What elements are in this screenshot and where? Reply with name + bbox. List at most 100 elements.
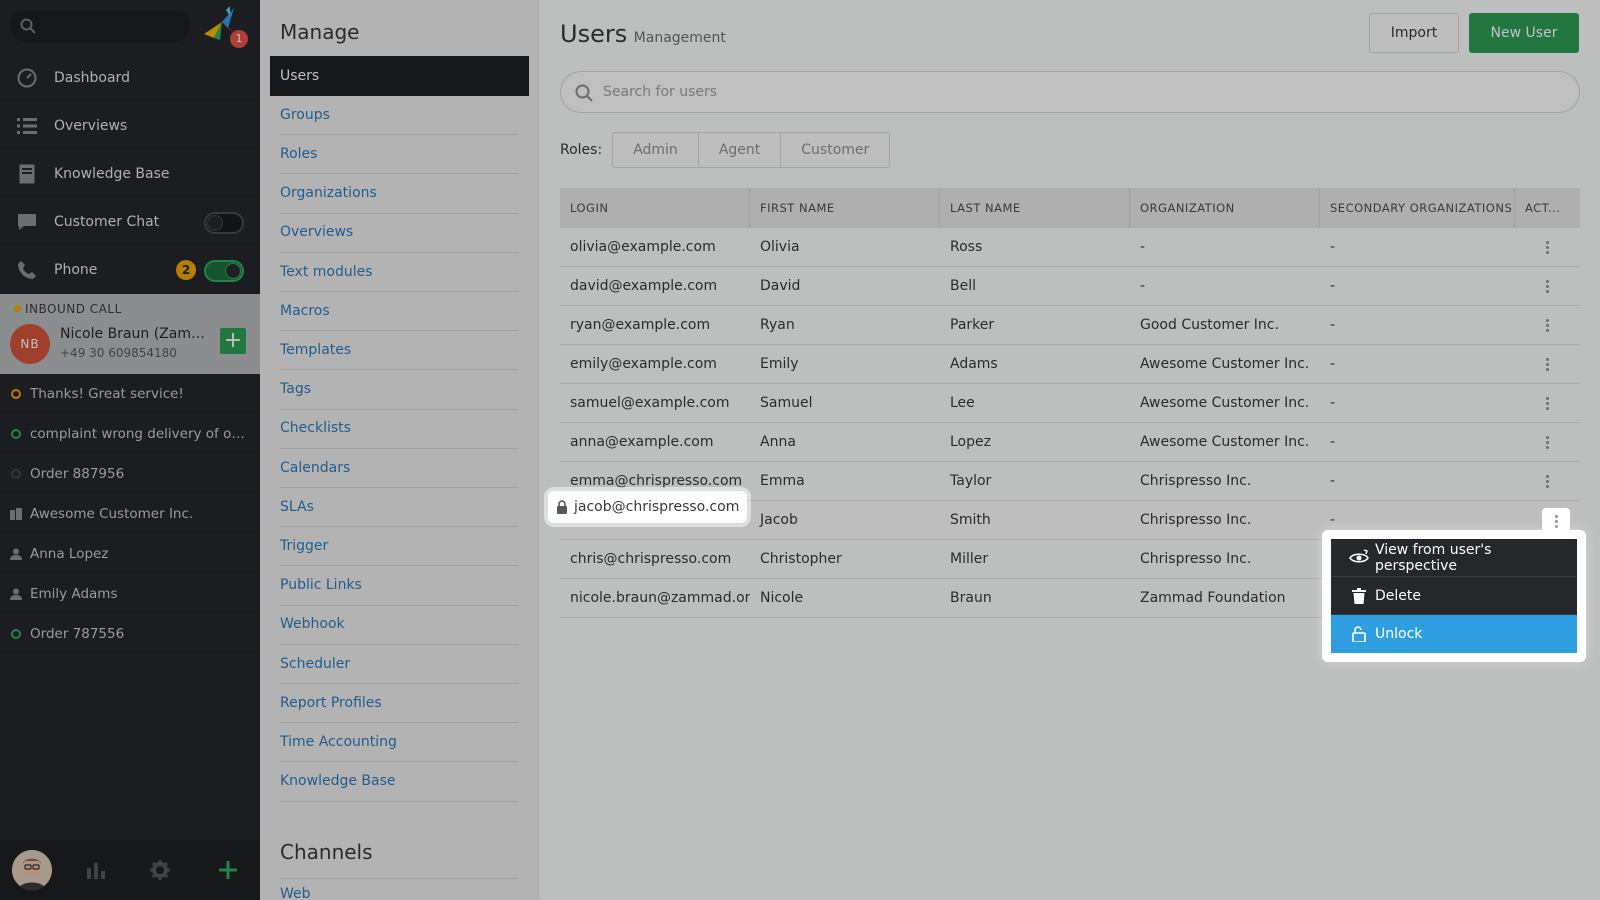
row-actions-button[interactable] [1515, 240, 1580, 254]
plus-icon[interactable] [216, 858, 240, 882]
locked-login-cell[interactable]: jacob@chrispresso.com [548, 491, 748, 523]
manage-item-trigger[interactable]: Trigger [280, 526, 519, 567]
table-row[interactable]: samuel@example.com Samuel Lee Awesome Custo… [560, 384, 1580, 423]
column-header[interactable]: LOGIN [560, 188, 750, 228]
manage-item-tags[interactable]: Tags [280, 370, 519, 410]
task-item[interactable]: Emily Adams [0, 574, 260, 614]
manage-item-calendars[interactable]: Calendars [280, 448, 519, 488]
cell-first: Christopher [760, 551, 842, 567]
column-header[interactable]: SECONDARY ORGANIZATIONS [1320, 188, 1515, 228]
task-item[interactable]: Anna Lopez [0, 534, 260, 574]
caller-name: Nicole Braun (Zammad Foundation) [60, 326, 210, 342]
manage-item-knowledge-base[interactable]: Knowledge Base [280, 762, 519, 802]
row-actions-button[interactable] [1515, 318, 1580, 332]
add-caller-button[interactable]: + [220, 328, 246, 354]
cell-first: Nicole [760, 590, 804, 606]
manage-item-users[interactable]: Users [270, 56, 529, 96]
cell-login[interactable]: emily@example.com [560, 356, 750, 372]
column-header[interactable]: ACT... [1515, 188, 1580, 228]
cell-login[interactable]: anna@example.com [560, 434, 750, 450]
role-agent-button[interactable]: Agent [699, 133, 782, 167]
cell-login[interactable]: samuel@example.com [560, 395, 750, 411]
table-row[interactable]: olivia@example.com Olivia Ross - - [560, 228, 1580, 267]
roles-label: Roles: [560, 142, 603, 158]
search-input[interactable] [603, 72, 1563, 112]
row-actions-button[interactable] [1515, 279, 1580, 293]
menu-item-label: View from user's perspective [1375, 541, 1492, 574]
import-button[interactable]: Import [1369, 13, 1459, 53]
cell-login[interactable]: ryan@example.com [560, 317, 750, 333]
manage-item-time-accounting[interactable]: Time Accounting [280, 722, 519, 763]
table-row[interactable]: ryan@example.com Ryan Parker Good Customer … [560, 306, 1580, 345]
task-item[interactable]: Thanks! Great service! [0, 374, 260, 414]
inbound-call-card[interactable]: INBOUND CALL NB Nicole Braun (Zammad Fou… [0, 294, 260, 374]
cell-org: Awesome Customer Inc. [1140, 356, 1310, 372]
role-customer-button[interactable]: Customer [781, 133, 889, 167]
table-row[interactable]: david@example.com David Bell - - [560, 267, 1580, 306]
cell-org: Zammad Foundation [1140, 590, 1286, 606]
task-item[interactable]: Awesome Customer Inc. [0, 494, 260, 534]
manage-item-overviews[interactable]: Overviews [280, 213, 519, 253]
user-search-field [560, 71, 1580, 113]
cell-login[interactable]: david@example.com [560, 278, 750, 294]
nav-label: Dashboard [54, 69, 130, 86]
user-actions-menu: View from user's perspective Delete Unlo… [1322, 530, 1586, 662]
menu-item-unlock[interactable]: Unlock [1331, 615, 1577, 653]
manage-item-public-links[interactable]: Public Links [280, 566, 519, 606]
phone-toggle[interactable] [204, 260, 244, 282]
menu-item-view-as-user[interactable]: View from user's perspective [1331, 539, 1577, 577]
manage-item-webhook[interactable]: Webhook [280, 605, 519, 645]
avatar[interactable] [12, 850, 52, 890]
cell-login[interactable]: nicole.braun@zammad.org [560, 590, 750, 606]
zammad-logo[interactable]: 1 [200, 4, 250, 48]
nav-customer-chat[interactable]: Customer Chat [0, 198, 260, 246]
row-actions-button[interactable] [1515, 396, 1580, 410]
manage-item-groups[interactable]: Groups [280, 95, 519, 136]
row-actions-button[interactable] [1515, 357, 1580, 371]
column-header[interactable]: FIRST NAME [750, 188, 940, 228]
manage-item-macros[interactable]: Macros [280, 291, 519, 332]
login-text: jacob@chrispresso.com [574, 499, 740, 515]
global-search[interactable] [10, 10, 190, 42]
row-actions-button[interactable] [1515, 435, 1580, 449]
table-row[interactable]: anna@example.com Anna Lopez Awesome Custome… [560, 423, 1580, 462]
column-header[interactable]: LAST NAME [940, 188, 1130, 228]
nav-overviews[interactable]: Overviews [0, 102, 260, 150]
manage-item-report-profiles[interactable]: Report Profiles [280, 683, 519, 724]
row-actions-button[interactable] [1515, 474, 1580, 488]
cell-last: Braun [950, 590, 992, 606]
manage-item-checklists[interactable]: Checklists [280, 409, 519, 449]
cell-login[interactable]: chris@chrispresso.com [560, 551, 750, 567]
manage-item-slas[interactable]: SLAs [280, 487, 519, 528]
reporting-icon[interactable] [84, 858, 108, 882]
nav-dashboard[interactable]: Dashboard [0, 54, 260, 102]
cell-login[interactable]: olivia@example.com [560, 239, 750, 255]
cell-first: David [760, 278, 801, 294]
nav-phone[interactable]: Phone 2 [0, 246, 260, 294]
menu-item-delete[interactable]: Delete [1331, 577, 1577, 615]
task-item[interactable]: Order 787556 [0, 614, 260, 654]
manage-item-scheduler[interactable]: Scheduler [280, 644, 519, 684]
kebab-icon [1546, 435, 1550, 449]
manage-item-web[interactable]: Web [280, 878, 519, 900]
role-admin-button[interactable]: Admin [613, 133, 699, 167]
manage-item-roles[interactable]: Roles [280, 134, 519, 175]
search-icon [575, 84, 593, 102]
channels-heading: Channels [280, 840, 373, 864]
new-user-button[interactable]: New User [1469, 13, 1579, 53]
cell-login[interactable]: emma@chrispresso.com [560, 473, 750, 489]
column-header[interactable]: ORGANIZATION [1130, 188, 1320, 228]
cell-first: Jacob [760, 512, 798, 528]
customer-chat-toggle[interactable] [204, 212, 244, 234]
gear-icon[interactable] [148, 858, 172, 882]
manage-item-organizations[interactable]: Organizations [280, 174, 519, 214]
table-row[interactable]: emily@example.com Emily Adams Awesome Custo… [560, 345, 1580, 384]
cell-first: Anna [760, 434, 796, 450]
kebab-icon [1546, 357, 1550, 371]
task-item[interactable]: Order 887956 [0, 454, 260, 494]
kebab-icon [1546, 474, 1550, 488]
nav-knowledge-base[interactable]: Knowledge Base [0, 150, 260, 198]
manage-item-text-modules[interactable]: Text modules [280, 252, 519, 292]
manage-item-templates[interactable]: Templates [280, 330, 519, 371]
task-item[interactable]: complaint wrong delivery of order [0, 414, 260, 454]
